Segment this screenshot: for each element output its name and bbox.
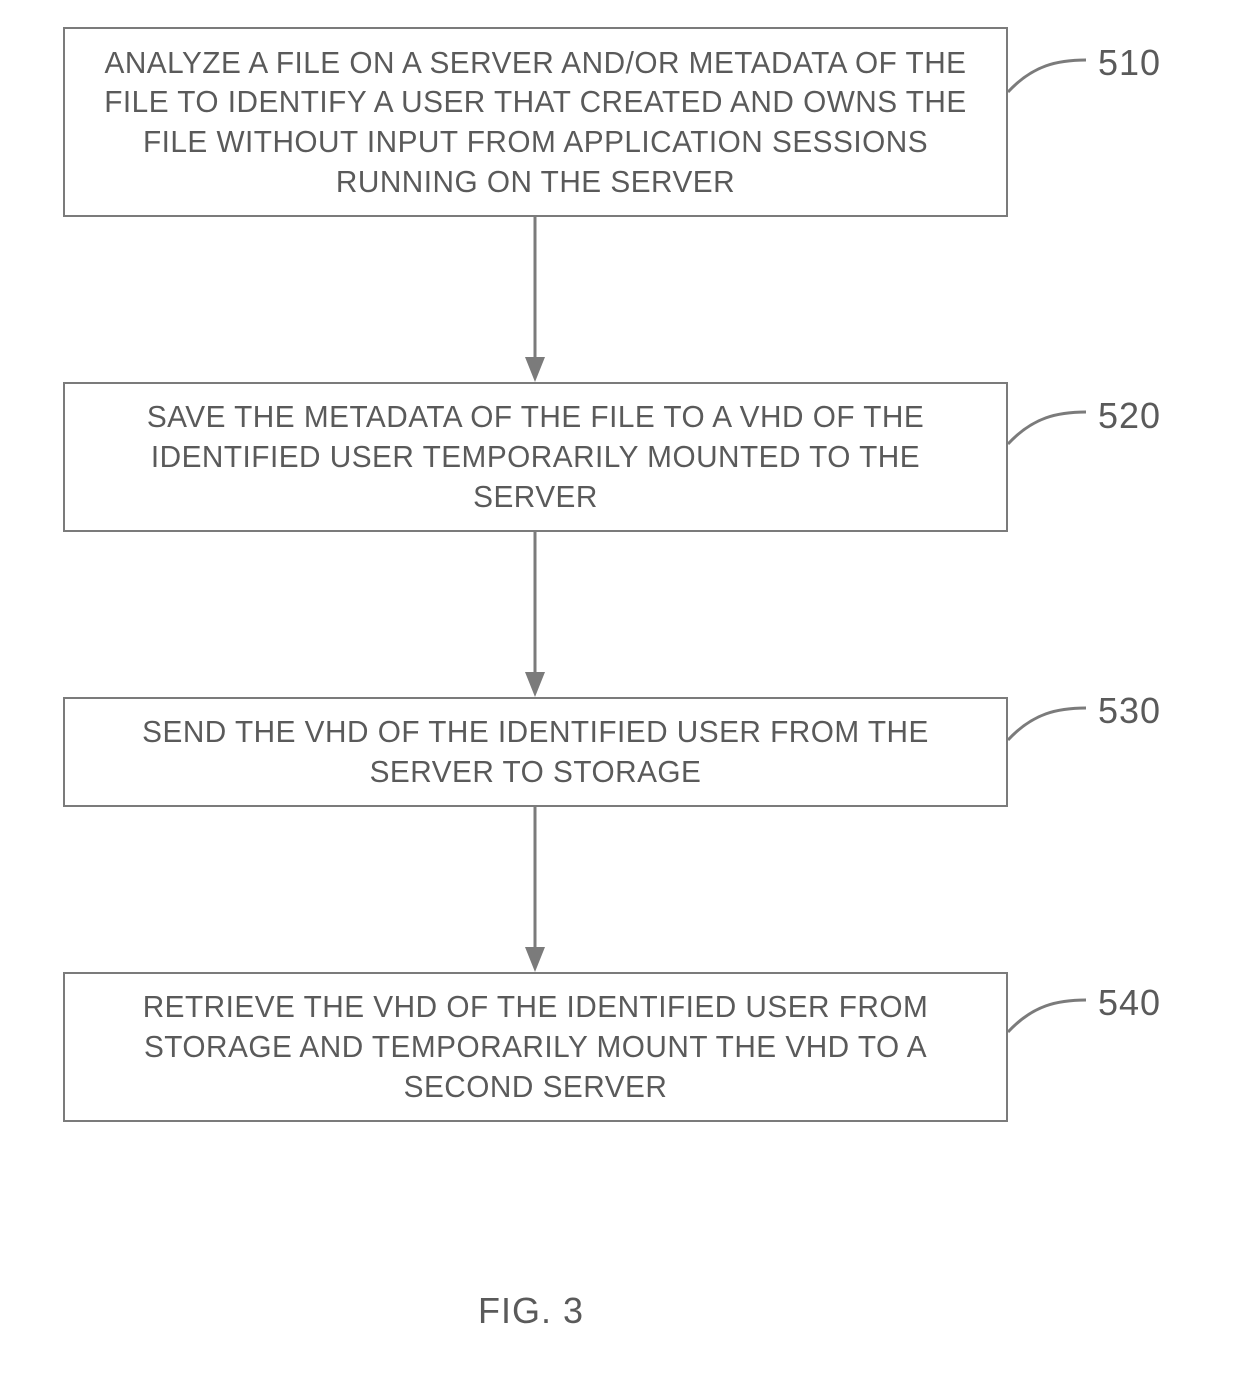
figure-label: FIG. 3 [478,1290,584,1332]
callout-530 [1008,708,1108,748]
step-text: SEND THE VHD OF THE IDENTIFIED USER FROM… [101,712,970,791]
callout-510 [1008,60,1108,100]
ref-label-540: 540 [1098,982,1161,1024]
callout-540 [1008,1000,1108,1040]
arrow-530-540 [525,807,545,972]
step-box-530: SEND THE VHD OF THE IDENTIFIED USER FROM… [63,697,1008,807]
flowchart-canvas: ANALYZE A FILE ON A SERVER AND/OR METADA… [0,0,1240,1397]
ref-label-520: 520 [1098,395,1161,437]
step-box-520: SAVE THE METADATA OF THE FILE TO A VHD O… [63,382,1008,532]
arrow-510-520 [525,217,545,382]
arrow-520-530 [525,532,545,697]
step-box-540: RETRIEVE THE VHD OF THE IDENTIFIED USER … [63,972,1008,1122]
step-text: SAVE THE METADATA OF THE FILE TO A VHD O… [101,397,970,516]
step-text: ANALYZE A FILE ON A SERVER AND/OR METADA… [101,43,970,202]
ref-label-510: 510 [1098,42,1161,84]
step-text: RETRIEVE THE VHD OF THE IDENTIFIED USER … [101,987,970,1106]
callout-520 [1008,412,1108,452]
step-box-510: ANALYZE A FILE ON A SERVER AND/OR METADA… [63,27,1008,217]
ref-label-530: 530 [1098,690,1161,732]
